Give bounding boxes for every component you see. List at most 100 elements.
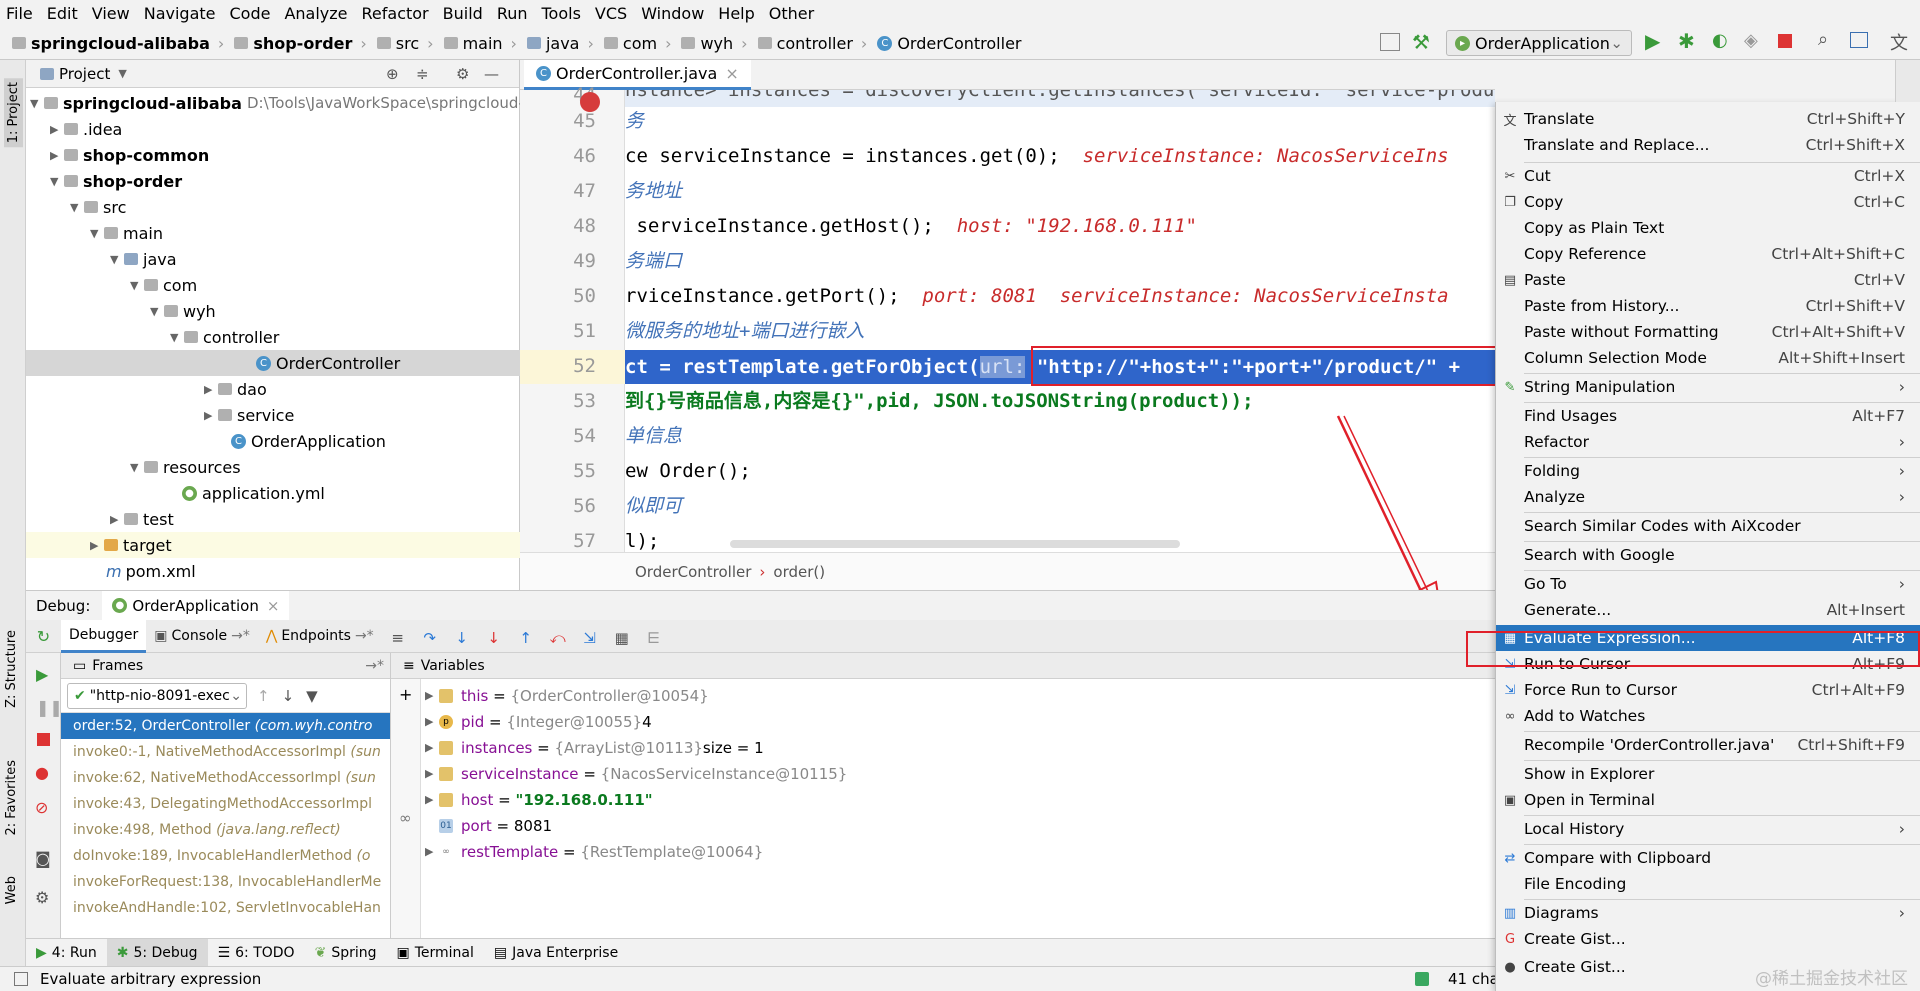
trace-icon[interactable]: ⋿ (646, 629, 662, 647)
menu-window[interactable]: Window (641, 4, 704, 23)
arrow-down-icon[interactable]: ↓ (282, 687, 295, 705)
menu-item-column-selection[interactable]: Column Selection Mode Alt+Shift+Insert (1496, 345, 1920, 371)
filter-icon[interactable]: ▼ (306, 687, 318, 705)
breadcrumb-java[interactable]: java › (526, 34, 594, 53)
tree-item-java[interactable]: ▼ java (110, 246, 177, 272)
menu-item-file-encoding[interactable]: File Encoding (1496, 871, 1920, 897)
menu-item-refactor[interactable]: Refactor › (1496, 429, 1920, 455)
menu-run[interactable]: Run (497, 4, 528, 23)
debug-session-tab[interactable]: ● OrderApplication × (102, 590, 290, 621)
menu-item-add-watches[interactable]: ∞ Add to Watches (1496, 703, 1920, 729)
tree-item-shop-common[interactable]: ▶ shop-common (50, 142, 209, 168)
tree-item-target[interactable]: ▶ target (26, 532, 520, 558)
tree-item-wyh[interactable]: ▼ wyh (150, 298, 216, 324)
menu-file[interactable]: File (6, 4, 33, 23)
horizontal-scrollbar[interactable] (730, 540, 1180, 548)
force-step-into-icon[interactable]: ↓ (486, 629, 502, 647)
arrow-up-icon[interactable]: ↑ (257, 687, 270, 705)
tree-item-dao[interactable]: ▶ dao (204, 376, 267, 402)
crumb-class[interactable]: OrderController (635, 563, 751, 581)
run-config-select[interactable]: ▸ OrderApplication ⌄ (1446, 30, 1632, 56)
menu-other[interactable]: Other (769, 4, 814, 23)
menu-item-force-run-to-cursor[interactable]: ⇲ Force Run to Cursor Ctrl+Alt+F9 (1496, 677, 1920, 703)
project-structure-icon[interactable] (1850, 32, 1868, 48)
step-into-icon[interactable]: ↓ (454, 629, 470, 647)
variable-row[interactable]: ▶ host = "192.168.0.111" (421, 787, 847, 813)
tree-item-pom[interactable]: m pom.xml (106, 558, 196, 584)
close-icon[interactable]: × (725, 64, 738, 83)
menu-item-diagrams[interactable]: ▥ Diagrams › (1496, 900, 1920, 926)
breadcrumb-controller[interactable]: controller › (757, 34, 867, 53)
menu-item-open-terminal[interactable]: ▣ Open in Terminal (1496, 787, 1920, 813)
tab-todo[interactable]: ☰ 6: TODO (208, 939, 305, 967)
settings-icon[interactable]: ⚙ (35, 888, 49, 907)
menu-edit[interactable]: Edit (47, 4, 78, 23)
menu-item-compare-clipboard[interactable]: ⇄ Compare with Clipboard (1496, 845, 1920, 871)
menu-item-cut[interactable]: ✂ Cut Ctrl+X (1496, 163, 1920, 189)
tool-structure[interactable]: Z: Structure (4, 630, 19, 708)
menu-item-copy-reference[interactable]: Copy Reference Ctrl+Alt+Shift+C (1496, 241, 1920, 267)
menu-item-generate[interactable]: Generate... Alt+Insert (1496, 597, 1920, 623)
step-out-icon[interactable]: ↑ (518, 629, 534, 647)
evaluate-icon[interactable]: ▦ (614, 629, 630, 647)
menu-item-paste-history[interactable]: Paste from History... Ctrl+Shift+V (1496, 293, 1920, 319)
frame-row[interactable]: invoke0:-1, NativeMethodAccessorImpl (su… (61, 739, 390, 765)
tree-item-application-yml[interactable]: ● application.yml (182, 480, 325, 506)
menu-item-translate-replace[interactable]: Translate and Replace... Ctrl+Shift+X (1496, 132, 1920, 158)
frame-row[interactable]: doInvoke:189, InvocableHandlerMethod (o (61, 843, 390, 869)
frame-row[interactable]: invoke:43, DelegatingMethodAccessorImpl (61, 791, 390, 817)
tree-item-src[interactable]: ▼ src (70, 194, 126, 220)
debug-bug-icon[interactable]: ✱ (1678, 29, 1695, 53)
variable-row[interactable]: ▶ serviceInstance = {NacosServiceInstance… (421, 761, 847, 787)
translate-icon[interactable]: 文 (1890, 29, 1908, 55)
menu-analyze[interactable]: Analyze (284, 4, 347, 23)
stop-icon[interactable] (37, 733, 50, 746)
tool-favorites[interactable]: 2: Favorites (4, 760, 19, 836)
menu-item-search-aixcoder[interactable]: Search Similar Codes with AiXcoder (1496, 513, 1920, 539)
variable-row[interactable]: ▶ p pid = {Integer@10055} 4 (421, 709, 847, 735)
thread-select[interactable]: ✔ "http-nio-8091-exec... ⌄ (67, 682, 247, 709)
tab-spring[interactable]: ❦ Spring (305, 939, 387, 967)
pause-icon[interactable]: ❚❚ (36, 698, 63, 717)
panel-toggle-icon[interactable] (14, 972, 28, 986)
resume-icon[interactable]: ▶ (36, 665, 48, 684)
tab-debugger[interactable]: Debugger (61, 619, 147, 653)
tree-item-idea[interactable]: ▶ .idea (50, 116, 122, 142)
menu-code[interactable]: Code (230, 4, 271, 23)
rerun-icon[interactable]: ↻ (26, 620, 61, 653)
view-breakpoints-icon[interactable]: ● (35, 763, 49, 782)
drop-frame-icon[interactable]: ⤺ (550, 629, 566, 647)
frame-row[interactable]: order:52, OrderController (com.wyh.contr… (61, 713, 390, 739)
frame-row[interactable]: invokeForRequest:138, InvocableHandlerMe (61, 869, 390, 895)
minimize-icon[interactable]: — (484, 65, 499, 83)
menu-lines-icon[interactable]: ≡ (390, 629, 406, 647)
menu-item-local-history[interactable]: Local History › (1496, 816, 1920, 842)
tab-endpoints[interactable]: ⋀ Endpoints →* (258, 620, 382, 653)
tree-item-root[interactable]: ▼ springcloud-alibaba D:\Tools\JavaWorkSp… (30, 90, 533, 116)
tree-item-com[interactable]: ▼ com (130, 272, 197, 298)
close-icon[interactable]: × (267, 597, 280, 615)
breakpoint-icon[interactable] (580, 92, 600, 112)
tree-item-service[interactable]: ▶ service (204, 402, 294, 428)
project-panel-title[interactable]: Project (59, 65, 110, 83)
frame-row[interactable]: invoke:498, Method (java.lang.reflect) (61, 817, 390, 843)
tab-ordercontroller[interactable]: C OrderController.java × (524, 59, 751, 90)
breadcrumb-wyh[interactable]: wyh › (681, 34, 748, 53)
locate-icon[interactable]: ⊕ (386, 65, 399, 83)
tree-item-resources[interactable]: ▼ resources (130, 454, 241, 480)
layout-icon[interactable] (1380, 33, 1400, 51)
gear-icon[interactable]: ⚙ (456, 65, 469, 83)
status-position[interactable]: 41 cha (1448, 970, 1499, 988)
frame-row[interactable]: invoke:62, NativeMethodAccessorImpl (sun (61, 765, 390, 791)
search-icon[interactable]: ⌕ (1818, 29, 1828, 50)
tree-item-orderapplication[interactable]: C OrderApplication (231, 428, 386, 454)
tree-item-main[interactable]: ▼ main (90, 220, 163, 246)
menu-item-search-google[interactable]: Search with Google (1496, 542, 1920, 568)
collapse-icon[interactable]: ≑ (416, 65, 429, 83)
tool-project[interactable]: 1: Project (4, 78, 23, 148)
menu-item-paste-noformat[interactable]: Paste without Formatting Ctrl+Alt+Shift+V (1496, 319, 1920, 345)
menu-vcs[interactable]: VCS (595, 4, 627, 23)
tree-item-controller[interactable]: ▼ controller (170, 324, 279, 350)
add-watch-icon[interactable]: + (399, 685, 412, 704)
tab-terminal[interactable]: ▣ Terminal (387, 939, 484, 967)
